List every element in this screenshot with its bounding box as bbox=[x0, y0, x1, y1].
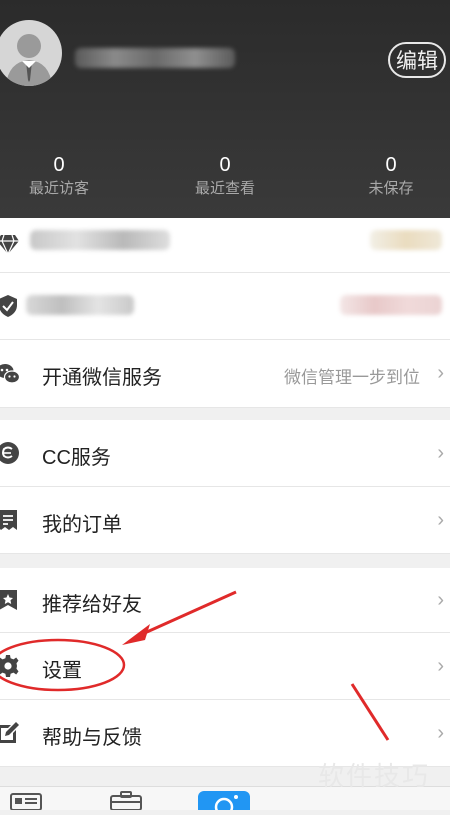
edit-pencil-icon bbox=[0, 722, 19, 743]
user-name-blurred bbox=[75, 48, 235, 68]
blurred-value bbox=[340, 295, 442, 315]
star-bookmark-icon bbox=[0, 590, 17, 610]
chevron-right-icon: › bbox=[437, 362, 444, 384]
chevron-right-icon: › bbox=[437, 442, 444, 464]
settings-label: 设置 bbox=[42, 660, 82, 682]
blurred-value bbox=[370, 230, 442, 250]
stat-label: 未保存 bbox=[368, 180, 414, 197]
wechat-icon bbox=[0, 364, 20, 384]
chevron-right-icon: › bbox=[437, 509, 444, 531]
blurred-label bbox=[30, 230, 170, 250]
stat-recent-viewed[interactable]: 0 最近查看 bbox=[150, 152, 300, 200]
blurred-label bbox=[26, 295, 134, 315]
stat-label: 最近查看 bbox=[194, 180, 255, 197]
gear-icon bbox=[0, 655, 19, 677]
stat-label: 最近访客 bbox=[28, 180, 89, 197]
chevron-right-icon: › bbox=[437, 589, 444, 611]
stat-value: 0 bbox=[53, 154, 65, 176]
cc-service-row[interactable]: CC服务 › bbox=[0, 420, 450, 487]
verification-row[interactable] bbox=[0, 273, 450, 340]
my-orders-row[interactable]: 我的订单 › bbox=[0, 487, 450, 554]
recommend-friend-label: 推荐给好友 bbox=[42, 594, 142, 616]
my-orders-label: 我的订单 bbox=[42, 514, 122, 536]
diamond-icon bbox=[0, 234, 19, 256]
wechat-service-row[interactable]: 开通微信服务 微信管理一步到位 › bbox=[0, 340, 450, 408]
chevron-right-icon: › bbox=[437, 655, 444, 677]
membership-row[interactable] bbox=[0, 218, 450, 273]
watermark-text: 软件技巧 bbox=[318, 761, 431, 791]
contacts-tab-icon[interactable] bbox=[10, 793, 42, 810]
cc-icon bbox=[0, 442, 19, 464]
cc-service-label: CC服务 bbox=[42, 447, 111, 469]
shield-check-icon bbox=[0, 295, 17, 317]
help-feedback-label: 帮助与反馈 bbox=[42, 727, 142, 749]
stat-unsaved[interactable]: 0 未保存 bbox=[316, 152, 450, 200]
avatar[interactable] bbox=[0, 20, 62, 86]
camera-tab-icon[interactable] bbox=[198, 791, 250, 815]
settings-row[interactable]: 设置 › bbox=[0, 633, 450, 700]
wechat-service-hint: 微信管理一步到位 bbox=[284, 368, 420, 387]
profile-header: 编辑 0 最近访客 0 最近查看 0 未保存 bbox=[0, 0, 450, 218]
avatar-silhouette-icon bbox=[6, 34, 52, 86]
recommend-friend-row[interactable]: 推荐给好友 › bbox=[0, 568, 450, 633]
stat-value: 0 bbox=[219, 154, 231, 176]
stat-recent-visitors[interactable]: 0 最近访客 bbox=[0, 152, 134, 200]
chevron-right-icon: › bbox=[437, 722, 444, 744]
section-divider bbox=[0, 408, 450, 420]
section-divider bbox=[0, 554, 450, 568]
order-icon bbox=[0, 510, 17, 530]
briefcase-tab-icon[interactable] bbox=[110, 791, 142, 810]
edit-profile-button[interactable]: 编辑 bbox=[388, 42, 446, 78]
stat-value: 0 bbox=[385, 154, 397, 176]
wechat-service-label: 开通微信服务 bbox=[42, 367, 162, 389]
